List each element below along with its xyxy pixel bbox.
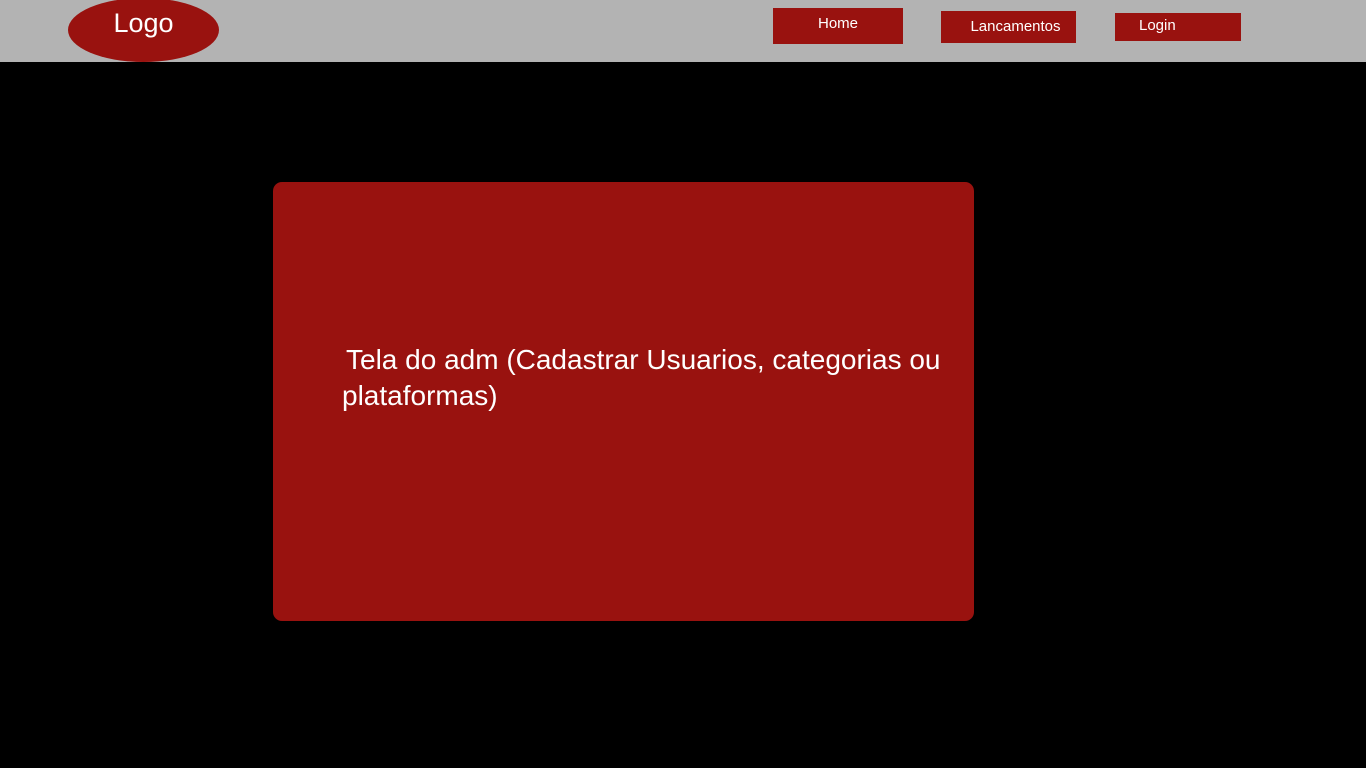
nav-login-button[interactable]: Login [1115, 13, 1241, 41]
admin-panel: Tela do adm (Cadastrar Usuarios, categor… [273, 182, 974, 621]
top-header: Logo Home Lancamentos Login [0, 0, 1366, 62]
logo[interactable]: Logo [68, 0, 219, 62]
nav-lancamentos-button[interactable]: Lancamentos [941, 11, 1076, 43]
admin-panel-text: Tela do adm (Cadastrar Usuarios, categor… [342, 344, 941, 411]
nav-home-button[interactable]: Home [773, 8, 903, 44]
